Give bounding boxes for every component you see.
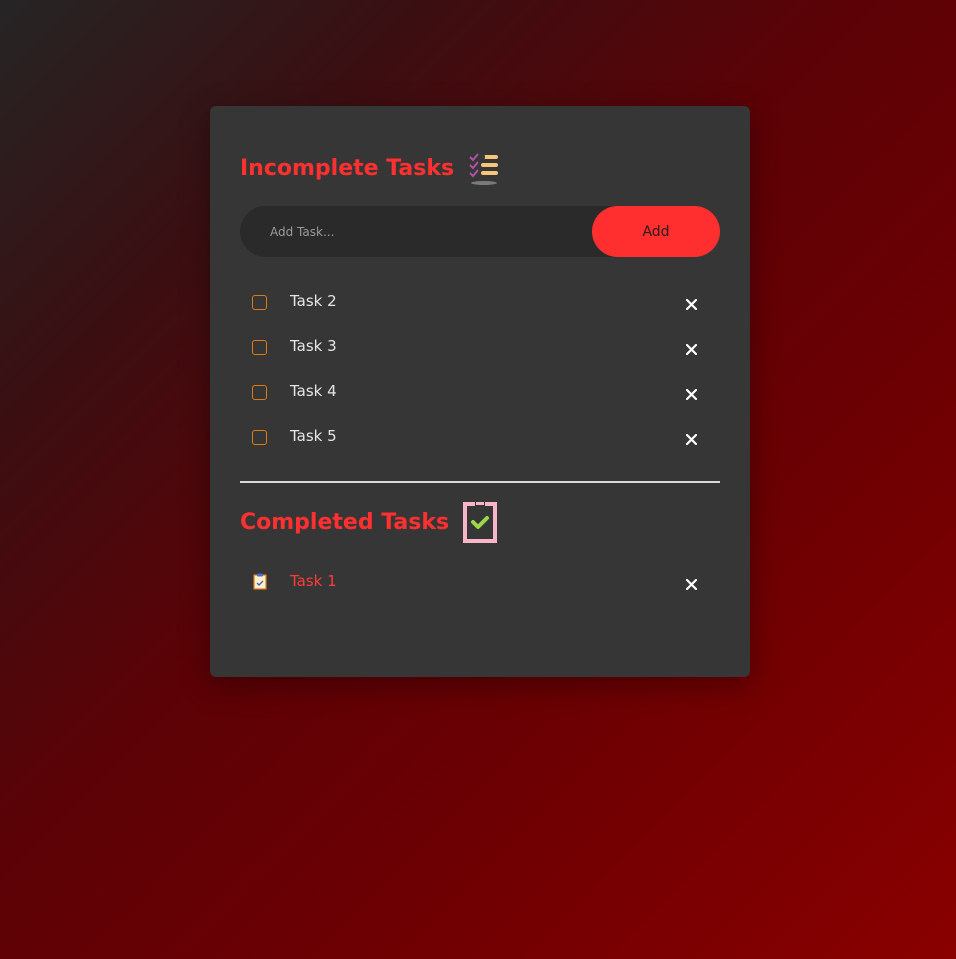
- delete-icon[interactable]: [683, 431, 699, 447]
- delete-icon[interactable]: [683, 341, 699, 357]
- list-item: Task 1: [240, 561, 720, 606]
- list-item: Task 4: [240, 371, 720, 416]
- task-checkbox[interactable]: [252, 295, 267, 310]
- task-label: Task 1: [290, 572, 337, 590]
- incomplete-task-list: Task 2 Task 3 Task 4 Task 5: [240, 281, 720, 461]
- todo-card: Incomplete Tasks Add Task 2: [210, 106, 750, 677]
- clipboard-check-icon: [463, 501, 498, 543]
- task-label: Task 2: [290, 292, 337, 310]
- add-task-input[interactable]: [240, 206, 592, 257]
- completed-title-text: Completed Tasks: [240, 509, 450, 535]
- delete-icon[interactable]: [683, 296, 699, 312]
- clipboard-done-icon[interactable]: [253, 573, 267, 594]
- add-task-bar: Add: [240, 206, 720, 257]
- completed-task-list: Task 1: [240, 561, 720, 606]
- add-button[interactable]: Add: [592, 206, 720, 257]
- task-checkbox[interactable]: [252, 430, 267, 445]
- task-checkbox[interactable]: [252, 340, 267, 355]
- task-label: Task 5: [290, 427, 337, 445]
- incomplete-section-title: Incomplete Tasks: [240, 150, 500, 186]
- section-divider: [240, 481, 720, 483]
- incomplete-title-text: Incomplete Tasks: [240, 155, 455, 181]
- task-label: Task 4: [290, 382, 337, 400]
- checklist-icon: [468, 150, 500, 186]
- delete-icon[interactable]: [683, 386, 699, 402]
- list-item: Task 3: [240, 326, 720, 371]
- completed-section-title: Completed Tasks: [240, 501, 498, 543]
- list-item: Task 5: [240, 416, 720, 461]
- delete-icon[interactable]: [683, 576, 699, 592]
- task-checkbox[interactable]: [252, 385, 267, 400]
- task-label: Task 3: [290, 337, 337, 355]
- list-item: Task 2: [240, 281, 720, 326]
